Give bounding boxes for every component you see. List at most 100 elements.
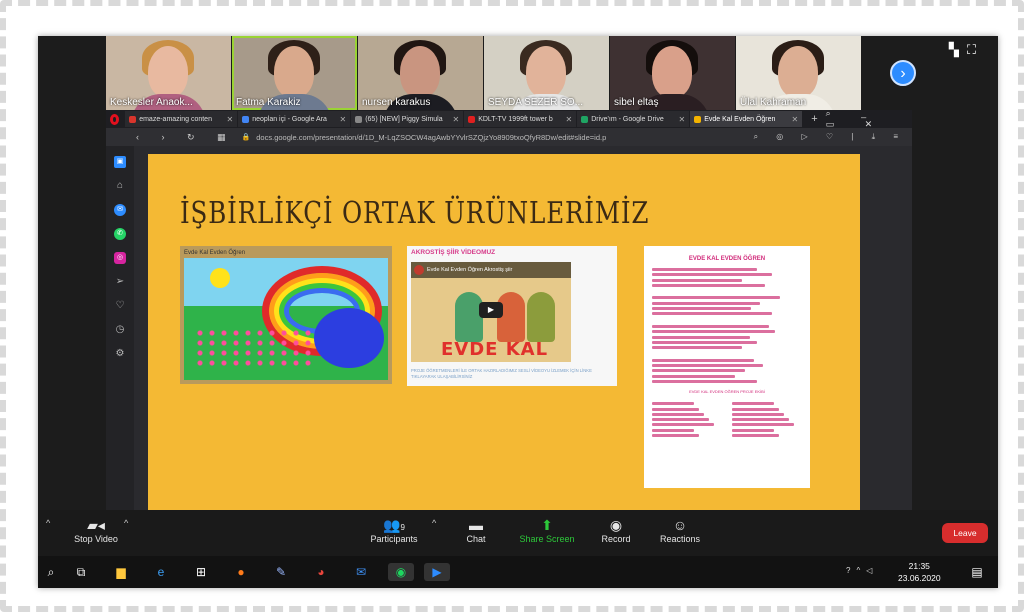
tab-favicon <box>581 115 589 123</box>
address-bar[interactable]: ‹ › ↻ ▦ 🔒 docs.google.com/presentation/d… <box>106 128 912 146</box>
clock-date: 23.06.2020 <box>898 573 941 583</box>
poem-stanza-gap <box>652 318 802 323</box>
address-bar-actions[interactable]: ⌕ ◎ ▷ ♡ | ⤓ ≡ <box>754 132 912 142</box>
tab-favicon <box>242 115 250 123</box>
tab-title: Drive'ım - Google Drive <box>591 115 664 123</box>
participant-tile[interactable]: SEYDA SEZER SO... <box>484 36 609 110</box>
tab-title: neoplan içi - Google Ara <box>252 115 327 123</box>
drawing-card[interactable]: Evde Kal Evden Öğren <box>180 246 392 384</box>
browser-tab[interactable]: emaze-amazing conten ✕ <box>125 111 238 127</box>
browser-tab[interactable]: Evde Kal Evden Öğren ✕ <box>690 111 803 127</box>
participant-tile[interactable]: Fatma Karakiz <box>232 36 357 110</box>
history-icon[interactable]: ◷ <box>114 324 126 336</box>
team-member-line <box>732 428 774 432</box>
team-member-line <box>732 412 784 416</box>
poem-line <box>652 278 742 282</box>
windows-taskbar: ⌕ ⧉ ▆ e ⊞ ● ✎ ◕ ✉ ◉ ▶ ?^◁ 21:35 23.06.20… <box>38 556 998 588</box>
poem-line <box>652 312 772 316</box>
video-card[interactable]: AKROSTİŞ ŞİİR VİDEOMUZ Evde Kal Evden Öğ… <box>407 246 617 386</box>
participant-tile[interactable]: Ülal Kahraman <box>736 36 861 110</box>
stop-video-button[interactable]: ▰◂ Stop Video <box>72 516 120 544</box>
tab-title: KDLT-TV 1999ft tower b <box>478 115 553 123</box>
poem-stanza-gap <box>652 289 802 294</box>
notifications-icon[interactable]: ▤ <box>968 563 986 581</box>
home-icon[interactable]: ⌂ <box>114 180 126 192</box>
close-tab-icon[interactable]: ✕ <box>227 115 234 124</box>
poem-line <box>652 369 745 373</box>
tab-favicon <box>355 115 363 123</box>
participant-tile[interactable]: sibel eltaş <box>610 36 735 110</box>
opera-logo-icon[interactable] <box>110 113 120 125</box>
chat-button[interactable]: ▬ Chat <box>458 516 494 544</box>
record-button[interactable]: ◉ Record <box>598 516 634 544</box>
view-controls[interactable]: ▚⛶ <box>949 42 984 58</box>
record-icon: ◉ <box>609 517 623 533</box>
youtube-video[interactable]: Evde Kal Evden Öğren Akrostiş şiir ▶ EVD… <box>411 262 571 362</box>
poem-line <box>652 364 763 368</box>
close-tab-icon[interactable]: ✕ <box>453 115 460 124</box>
poem-line <box>652 340 757 344</box>
close-tab-icon[interactable]: ✕ <box>340 115 347 124</box>
system-tray[interactable]: ?^◁ <box>846 566 878 575</box>
store-icon[interactable]: ⊞ <box>192 563 210 581</box>
team-member-line <box>732 423 794 427</box>
messenger-icon[interactable]: ✉ <box>114 204 126 216</box>
send-icon[interactable]: ➢ <box>114 276 126 288</box>
whatsapp-icon[interactable]: ✆ <box>114 228 126 240</box>
search-icon[interactable]: ⌕ <box>42 563 60 581</box>
photo-frame: Keskesler Anaok... Fatma Karakiz nursen ka… <box>0 0 1024 612</box>
poem-line <box>652 379 757 383</box>
team-member-line <box>652 434 699 438</box>
slide-title: İŞBİRLİKÇİ ORTAK ÜRÜNLERİMİZ <box>180 196 650 231</box>
team-member-line <box>732 434 779 438</box>
new-tab-button[interactable]: + <box>811 113 817 125</box>
edge-icon[interactable]: e <box>152 563 170 581</box>
participants-options-caret[interactable]: ^ <box>432 518 436 528</box>
participant-face <box>778 46 818 98</box>
instagram-icon[interactable]: ◎ <box>114 252 126 264</box>
video-figure <box>527 292 555 342</box>
spotify-icon[interactable]: ◉ <box>388 563 414 581</box>
firefox-icon[interactable]: ● <box>232 563 250 581</box>
leave-button[interactable]: Leave <box>942 523 988 543</box>
task-view-icon[interactable]: ⧉ <box>72 563 90 581</box>
next-participants-button[interactable]: › <box>890 60 916 86</box>
speed-dial-icon[interactable]: ▣ <box>114 156 126 168</box>
participants-button[interactable]: 👥9 Participants <box>364 516 424 544</box>
url-text[interactable]: docs.google.com/presentation/d/1D_M-LqZS… <box>256 133 606 142</box>
chrome-icon[interactable]: ◕ <box>312 563 330 581</box>
mail-icon[interactable]: ✉ <box>352 563 370 581</box>
browser-tab[interactable]: (65) [NEW] Piggy Simula ✕ <box>351 111 464 127</box>
file-explorer-icon[interactable]: ▆ <box>112 563 130 581</box>
share-screen-label: Share Screen <box>519 534 575 544</box>
paint-icon[interactable]: ✎ <box>272 563 290 581</box>
nav-buttons[interactable]: ‹ › ↻ ▦ <box>136 132 236 143</box>
browser-tab[interactable]: neoplan içi - Google Ara ✕ <box>238 111 351 127</box>
settings-icon[interactable]: ⚙ <box>114 348 126 360</box>
participants-icon: 👥9 <box>383 517 405 533</box>
poem-line <box>652 330 775 334</box>
browser-tab[interactable]: Drive'ım - Google Drive ✕ <box>577 111 690 127</box>
heart-icon[interactable]: ♡ <box>114 300 126 312</box>
video-options-caret[interactable]: ^ <box>124 518 128 528</box>
participant-tile[interactable]: Keskesler Anaok... <box>106 36 231 110</box>
share-screen-button[interactable]: ⬆ Share Screen <box>516 516 578 544</box>
browser-tab[interactable]: KDLT-TV 1999ft tower b ✕ <box>464 111 577 127</box>
close-tab-icon[interactable]: ✕ <box>792 115 799 124</box>
team-member-line <box>652 418 709 422</box>
close-tab-icon[interactable]: ✕ <box>566 115 573 124</box>
play-icon[interactable]: ▶ <box>479 302 503 318</box>
audio-options-caret[interactable]: ^ <box>46 518 50 528</box>
window-controls[interactable]: ⌕ _ ▭ ✕ <box>826 108 912 130</box>
team-list <box>652 400 802 439</box>
close-tab-icon[interactable]: ✕ <box>679 115 686 124</box>
reactions-button[interactable]: ☺ Reactions <box>656 516 704 544</box>
tab-title: emaze-amazing conten <box>139 115 212 123</box>
participant-tile[interactable]: nursen karakus <box>358 36 483 110</box>
taskbar-clock[interactable]: 21:35 23.06.2020 <box>898 560 941 584</box>
poem-card[interactable]: EVDE KAL EVDEN ÖĞREN EVDE KAL EVDEN ÖĞRE… <box>644 246 810 488</box>
poem-line <box>652 268 757 271</box>
zoom-icon[interactable]: ▶ <box>424 563 450 581</box>
poem-line <box>652 283 765 287</box>
painting-sun <box>210 268 230 288</box>
